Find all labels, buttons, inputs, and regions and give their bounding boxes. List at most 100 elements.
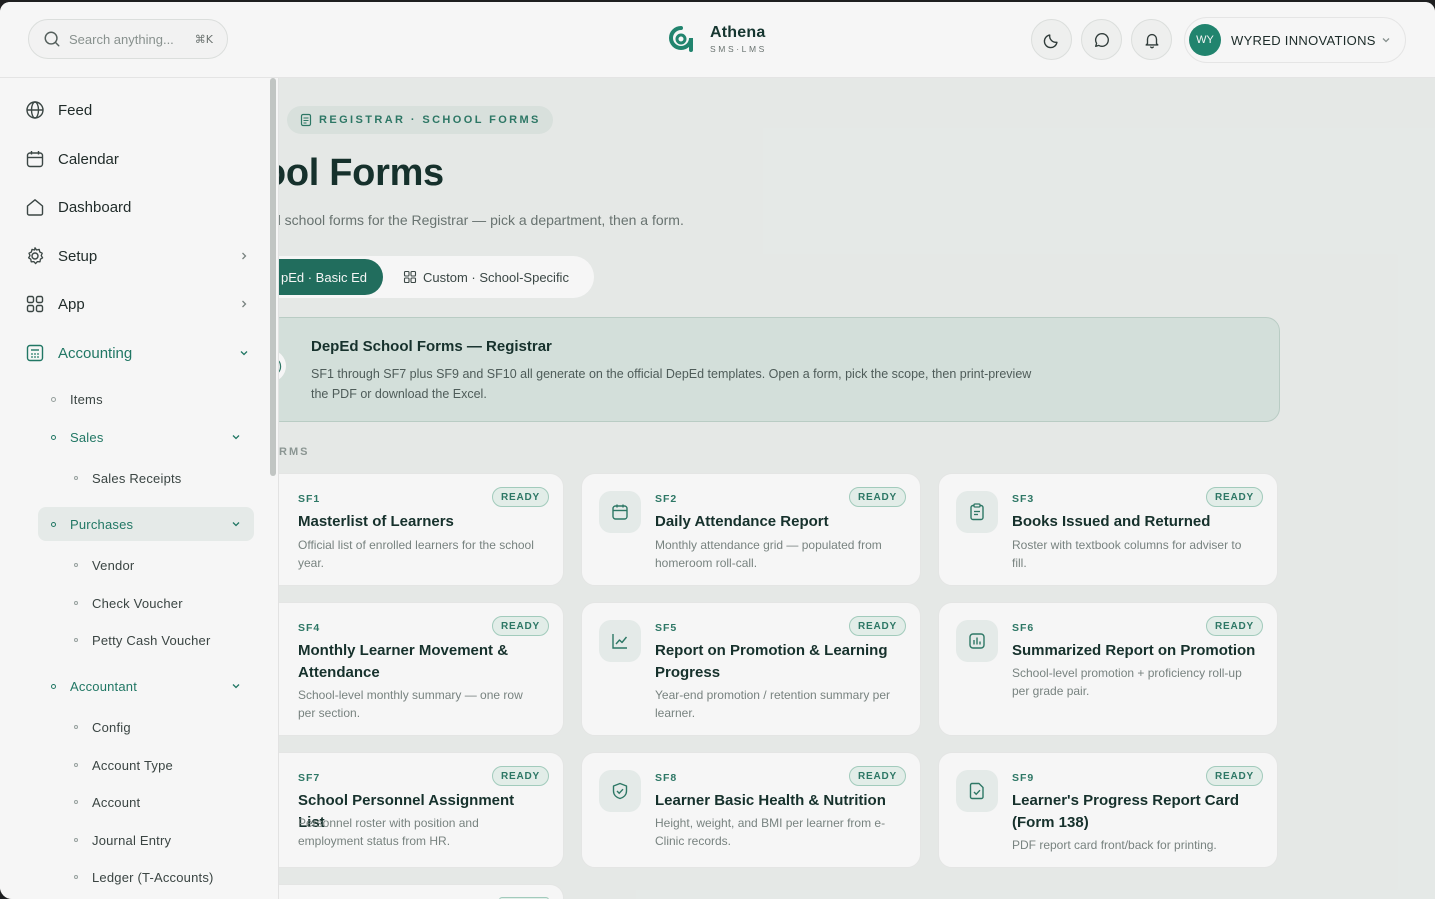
bullet-icon — [74, 725, 78, 729]
sidebar-scrollbar[interactable] — [270, 78, 276, 476]
sidebar-item-label: Accounting — [58, 344, 133, 362]
form-card-sf6[interactable]: SF6 READY Summarized Report on Promotion… — [938, 602, 1278, 736]
form-title: Learner Basic Health & Nutrition — [655, 792, 886, 809]
form-card-sf7[interactable]: SF7 READY School Personnel Assignment Li… — [279, 752, 564, 868]
form-card-partial[interactable] — [279, 884, 564, 899]
search-icon — [44, 31, 60, 47]
status-badge: READY — [848, 766, 906, 786]
sidebar-sub-label: Journal Entry — [92, 832, 172, 848]
sidebar-sub-label: Check Voucher — [92, 595, 183, 611]
sidebar-sub-sales[interactable]: Sales — [51, 425, 241, 449]
sidebar-sub-account[interactable]: Account — [74, 790, 140, 814]
brand[interactable]: Athena SMS·LMS — [668, 24, 767, 54]
page-subtitle: d school forms for the Registrar — pick … — [279, 212, 684, 228]
chevron-down-icon — [232, 435, 240, 440]
sidebar-item-label: Dashboard — [58, 198, 132, 216]
tab-deped-basic-ed[interactable]: pEd · Basic Ed — [279, 259, 383, 295]
form-code: SF9 — [1012, 772, 1035, 784]
grid-icon — [403, 270, 417, 284]
form-description: School-level monthly summary — one row p… — [298, 688, 523, 720]
form-title: Learner's Progress Report Card (Form 138… — [1012, 792, 1239, 831]
search-input[interactable]: Search anything... ⌘K — [28, 19, 228, 59]
status-badge: READY — [491, 766, 549, 786]
bell-icon — [1144, 33, 1159, 48]
form-card-sf5[interactable]: SF5 READY Report on Promotion & Learning… — [581, 602, 921, 736]
form-description: Monthly attendance grid — populated from… — [655, 538, 882, 570]
form-card-sf8[interactable]: SF8 READY Learner Basic Health & Nutriti… — [581, 752, 921, 868]
sidebar-item-label: App — [58, 295, 85, 313]
sidebar-sub-accountant[interactable]: Accountant — [51, 674, 241, 698]
sidebar-sub-petty-cash-voucher[interactable]: Petty Cash Voucher — [74, 628, 211, 652]
sidebar-sub-ledger[interactable]: Ledger (T-Accounts) — [74, 865, 214, 889]
bullet-icon — [74, 638, 78, 642]
gear-icon — [24, 245, 46, 267]
brand-name: Athena — [710, 24, 766, 41]
status-badge: READY — [1205, 487, 1263, 507]
bullet-icon — [74, 563, 78, 567]
sidebar-item-setup[interactable]: Setup — [24, 241, 249, 271]
globe-icon — [24, 99, 46, 121]
sidebar-item-app[interactable]: App — [24, 289, 249, 319]
user-menu[interactable]: WY WYRED INNOVATIONS — [1184, 17, 1406, 63]
notice-title: DepEd School Forms — Registrar — [311, 338, 552, 355]
bullet-icon — [51, 434, 56, 440]
sidebar-sub-label: Account Type — [92, 757, 173, 773]
form-title: Monthly Learner Movement & Attendance — [298, 642, 509, 681]
sidebar-sub-label: Items — [70, 391, 103, 407]
form-card-sf9[interactable]: SF9 READY Learner's Progress Report Card… — [938, 752, 1278, 868]
breadcrumb-label: REGISTRAR · SCHOOL FORMS — [319, 114, 541, 126]
sidebar-item-accounting[interactable]: Accounting — [24, 338, 249, 368]
tab-label: Custom · School-Specific — [423, 269, 569, 285]
status-badge: READY — [848, 487, 906, 507]
sidebar-sub-label: Purchases — [70, 516, 134, 532]
form-card-sf1[interactable]: SF1 READY Masterlist of Learners Officia… — [279, 473, 564, 586]
theme-toggle-button[interactable] — [1031, 19, 1072, 60]
avatar: WY — [1189, 24, 1221, 56]
sidebar-item-label: Calendar — [58, 150, 119, 168]
sidebar-sub-account-type[interactable]: Account Type — [74, 753, 173, 777]
form-code: SF7 — [298, 772, 321, 784]
chevron-right-icon — [242, 252, 247, 260]
chat-bubble-icon — [1094, 32, 1109, 47]
shield-check-icon — [599, 770, 641, 812]
ledger-icon — [24, 342, 46, 364]
sidebar-item-label: Feed — [58, 101, 93, 119]
sidebar-sub-items[interactable]: Items — [51, 387, 103, 411]
form-description: School-level promotion + proficiency rol… — [1012, 666, 1242, 698]
sidebar-sub-sales-receipts[interactable]: Sales Receipts — [74, 466, 182, 490]
sidebar-sub-vendor[interactable]: Vendor — [74, 553, 134, 577]
notice-icon: ) — [279, 350, 286, 382]
bullet-icon — [51, 683, 56, 689]
form-card-sf3[interactable]: SF3 READY Books Issued and Returned Rost… — [938, 473, 1278, 586]
home-icon — [24, 196, 46, 218]
sidebar-sub-config[interactable]: Config — [74, 715, 131, 739]
sidebar-sub-check-voucher[interactable]: Check Voucher — [74, 591, 183, 615]
sidebar-sub-label: Account — [92, 794, 141, 810]
sidebar-sub-label: Petty Cash Voucher — [92, 632, 211, 648]
messages-button[interactable] — [1081, 19, 1122, 60]
breadcrumb[interactable]: REGISTRAR · SCHOOL FORMS — [287, 106, 553, 134]
info-notice: ) DepEd School Forms — Registrar SF1 thr… — [279, 317, 1280, 422]
notifications-button[interactable] — [1131, 19, 1172, 60]
chevron-down-icon — [232, 684, 240, 689]
sidebar-item-dashboard[interactable]: Dashboard — [24, 192, 249, 222]
form-description: Roster with textbook columns for adviser… — [1012, 538, 1242, 570]
sidebar-sub-purchases[interactable]: Purchases — [51, 512, 241, 536]
tab-custom-school-specific[interactable]: Custom · School-Specific — [403, 259, 569, 295]
status-badge: READY — [1205, 616, 1263, 636]
section-label: RMS — [279, 446, 310, 458]
sidebar-item-feed[interactable]: Feed — [24, 95, 249, 125]
sidebar-sub-label: Vendor — [92, 557, 135, 573]
bullet-icon — [74, 875, 78, 879]
form-code: SF4 — [298, 622, 321, 634]
form-card-sf2[interactable]: SF2 READY Daily Attendance Report Monthl… — [581, 473, 921, 586]
user-name: WYRED INNOVATIONS — [1231, 32, 1376, 48]
form-description: Year-end promotion / retention summary p… — [655, 688, 891, 720]
status-badge: READY — [491, 616, 549, 636]
sidebar-sub-journal-entry[interactable]: Journal Entry — [74, 828, 171, 852]
sidebar-item-calendar[interactable]: Calendar — [24, 144, 249, 174]
form-card-sf4[interactable]: SF4 READY Monthly Learner Movement & Att… — [279, 602, 564, 736]
search-placeholder: Search anything... — [69, 31, 174, 47]
status-badge: READY — [848, 616, 906, 636]
form-code: SF5 — [655, 622, 678, 634]
